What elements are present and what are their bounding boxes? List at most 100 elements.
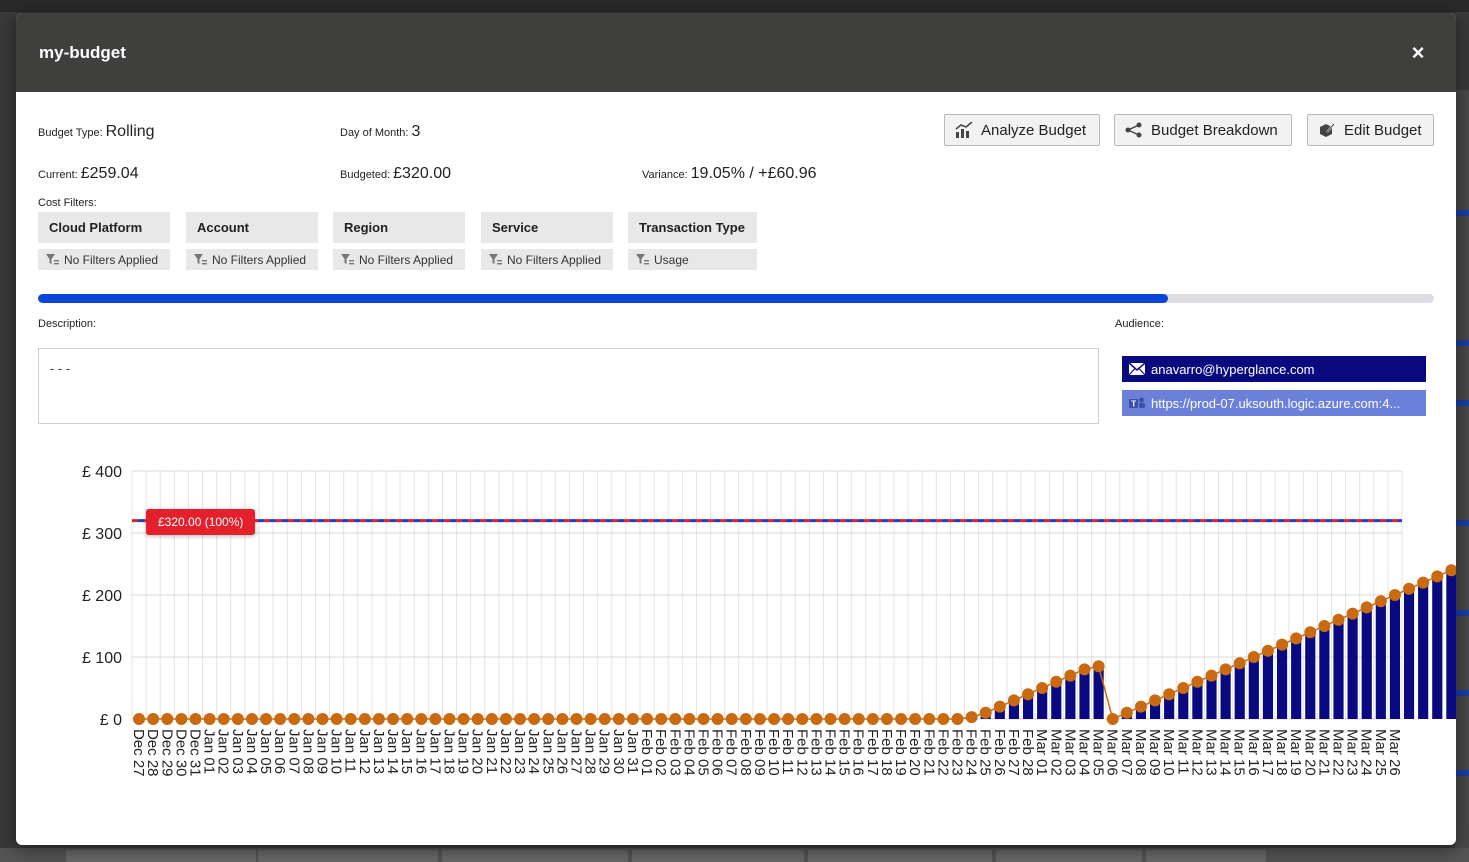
- description-text: - - -: [50, 361, 71, 376]
- cost-point: [880, 713, 893, 725]
- cost-point: [175, 713, 188, 725]
- filter-icon: [341, 253, 354, 264]
- chart-bar: [1403, 588, 1415, 719]
- modal-title: my-budget: [39, 43, 126, 62]
- cost-point: [415, 713, 428, 725]
- filter-chip[interactable]: Usage: [628, 249, 757, 270]
- cost-point: [1007, 694, 1020, 707]
- filter-header: Transaction Type: [628, 212, 757, 243]
- cost-point: [274, 713, 287, 725]
- cost-point: [556, 713, 569, 725]
- filter-chip[interactable]: No Filters Applied: [333, 249, 465, 270]
- filter-cloud-platform: Cloud Platform No Filters Applied: [38, 212, 170, 270]
- background-table: [0, 848, 1469, 862]
- filter-header: Cloud Platform: [38, 212, 170, 243]
- cost-point: [852, 713, 865, 725]
- cost-point: [725, 713, 738, 725]
- chart-bar: [1206, 675, 1217, 719]
- cost-point: [598, 713, 611, 725]
- filter-chip[interactable]: No Filters Applied: [38, 249, 170, 270]
- chart-bar: [1079, 669, 1090, 719]
- cost-point: [443, 713, 456, 725]
- cost-point: [951, 713, 964, 725]
- filter-service: Service No Filters Applied: [481, 212, 613, 270]
- chart-line-icon: [955, 122, 973, 138]
- filter-chip[interactable]: No Filters Applied: [481, 249, 613, 270]
- cost-point: [1247, 651, 1260, 663]
- cost-point: [626, 713, 639, 725]
- cost-point: [584, 713, 597, 725]
- current-value: £259.04: [80, 165, 139, 182]
- analyze-budget-button[interactable]: Analyze Budget: [944, 114, 1100, 146]
- budget-breakdown-button[interactable]: Budget Breakdown: [1114, 114, 1292, 146]
- cost-point: [485, 713, 498, 725]
- budget-type-value: Rolling: [105, 123, 155, 140]
- cost-point: [161, 713, 174, 725]
- cost-point: [1332, 613, 1345, 626]
- filter-chip-label: No Filters Applied: [64, 252, 159, 267]
- day-of-month-field: Day of Month: 3: [340, 123, 420, 141]
- cost-point: [1304, 626, 1317, 639]
- budget-type-field: Budget Type: Rolling: [38, 123, 155, 141]
- filter-chip[interactable]: No Filters Applied: [186, 249, 318, 270]
- cost-point: [344, 713, 357, 725]
- chart-bar: [1065, 675, 1076, 719]
- cost-point: [542, 713, 555, 725]
- budget-breakdown-label: Budget Breakdown: [1151, 121, 1278, 139]
- chart-bar: [1248, 657, 1259, 719]
- close-button[interactable]: ×: [1406, 41, 1430, 65]
- cost-point: [499, 713, 512, 725]
- audience-email-item[interactable]: anavarro@hyperglance.com: [1122, 356, 1426, 382]
- y-tick-label: £ 200: [82, 588, 122, 605]
- cost-point: [1417, 576, 1430, 589]
- chart-bar: [1347, 613, 1358, 719]
- svg-text:T: T: [1131, 400, 1136, 409]
- cost-point: [1134, 700, 1147, 713]
- current-label: Current:: [38, 169, 78, 181]
- filter-icon: [46, 253, 59, 264]
- cost-point: [457, 713, 470, 725]
- chart-bar: [1432, 576, 1443, 719]
- chart-bar: [1093, 666, 1104, 719]
- cost-point: [697, 713, 710, 725]
- audience-webhook-text: https://prod-07.uksouth.logic.azure.com:…: [1151, 395, 1401, 411]
- cost-point: [753, 713, 766, 725]
- chart-bar: [1418, 582, 1429, 719]
- cost-point: [358, 713, 371, 725]
- cost-point: [1149, 694, 1162, 707]
- cost-point: [330, 713, 343, 725]
- filter-icon: [489, 253, 502, 264]
- variance-field: Variance: 19.05% / +£60.96: [642, 165, 817, 183]
- edit-budget-button[interactable]: Edit Budget: [1307, 114, 1434, 146]
- background-header: [0, 0, 1469, 12]
- filter-chip-label: Usage: [654, 252, 689, 267]
- cost-point: [895, 713, 908, 725]
- cost-point: [838, 713, 851, 725]
- audience-email-text: anavarro@hyperglance.com: [1151, 361, 1315, 377]
- budget-progress-fill: [38, 294, 1169, 303]
- cost-point: [1290, 632, 1303, 645]
- cost-point: [1092, 660, 1105, 673]
- cost-point: [641, 713, 654, 725]
- filter-account: Account No Filters Applied: [186, 212, 318, 270]
- cost-point: [909, 713, 922, 725]
- chart-bar: [1389, 595, 1401, 719]
- cost-point: [217, 713, 230, 725]
- variance-label: Variance:: [642, 169, 688, 181]
- cost-point: [979, 706, 992, 719]
- chart-bar: [1262, 650, 1274, 719]
- cost-point: [260, 713, 273, 725]
- budget-tooltip: £320.00 (100%): [146, 509, 256, 535]
- cost-point: [429, 713, 442, 725]
- cost-filters-label: Cost Filters:: [38, 197, 97, 209]
- filter-header: Region: [333, 212, 465, 243]
- chart-bar: [1361, 607, 1372, 719]
- cost-point: [316, 713, 329, 725]
- cost-point: [1233, 657, 1246, 670]
- audience-webhook-item[interactable]: T https://prod-07.uksouth.logic.azure.co…: [1122, 390, 1426, 416]
- cost-point: [1261, 644, 1274, 657]
- cost-point: [965, 711, 978, 724]
- cost-point: [655, 713, 668, 725]
- analyze-budget-label: Analyze Budget: [981, 121, 1087, 139]
- cost-point: [189, 713, 202, 725]
